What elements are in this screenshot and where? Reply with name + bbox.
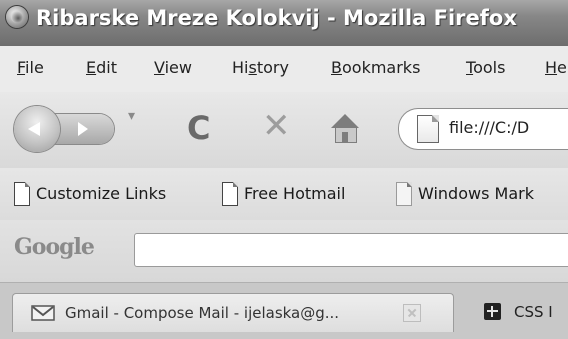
close-tab-icon[interactable] <box>403 304 421 322</box>
menu-bookmarks[interactable]: Bookmarks <box>331 58 420 77</box>
navigation-toolbar: ▾ C ✕ <box>0 92 568 168</box>
menu-help[interactable]: He <box>545 58 567 77</box>
menu-view[interactable]: View <box>154 58 192 77</box>
search-input[interactable] <box>134 233 568 267</box>
back-forward-group <box>14 106 164 152</box>
window-title: Ribarske Mreze Kolokvij - Mozilla Firefo… <box>36 6 517 30</box>
tab-css[interactable]: CSS I <box>470 293 568 331</box>
menu-bar: File Edit View History Bookmarks Tools H… <box>0 46 568 93</box>
css-icon <box>484 303 501 320</box>
stop-icon[interactable]: ✕ <box>262 109 291 143</box>
back-icon[interactable] <box>14 106 60 152</box>
firefox-icon <box>6 6 28 28</box>
tab-gmail-compose[interactable]: Gmail - Compose Mail - ijelaska@g... <box>12 293 454 332</box>
page-icon <box>417 115 439 143</box>
history-dropdown-icon[interactable]: ▾ <box>128 108 135 124</box>
url-bar[interactable] <box>398 108 568 150</box>
url-input[interactable] <box>449 118 568 137</box>
google-toolbar: Google <box>0 220 568 282</box>
bookmark-page-icon <box>14 182 30 206</box>
reload-icon[interactable]: C <box>187 112 210 144</box>
tab-strip: Gmail - Compose Mail - ijelaska@g... CSS… <box>0 282 568 339</box>
tab-label: CSS I <box>514 303 553 321</box>
bookmark-page-icon <box>222 182 238 206</box>
window-title-bar: Ribarske Mreze Kolokvij - Mozilla Firefo… <box>0 0 568 46</box>
menu-edit[interactable]: Edit <box>86 58 117 77</box>
menu-file[interactable]: File <box>17 58 44 77</box>
home-icon[interactable] <box>330 114 360 143</box>
menu-history[interactable]: History <box>232 58 289 77</box>
google-logo: Google <box>14 234 95 260</box>
bookmarks-toolbar: Customize Links Free Hotmail Windows Mar… <box>0 168 568 220</box>
menu-tools[interactable]: Tools <box>466 58 505 77</box>
gmail-icon <box>31 305 55 321</box>
tab-label: Gmail - Compose Mail - ijelaska@g... <box>65 304 340 322</box>
bookmark-page-icon <box>396 182 412 206</box>
